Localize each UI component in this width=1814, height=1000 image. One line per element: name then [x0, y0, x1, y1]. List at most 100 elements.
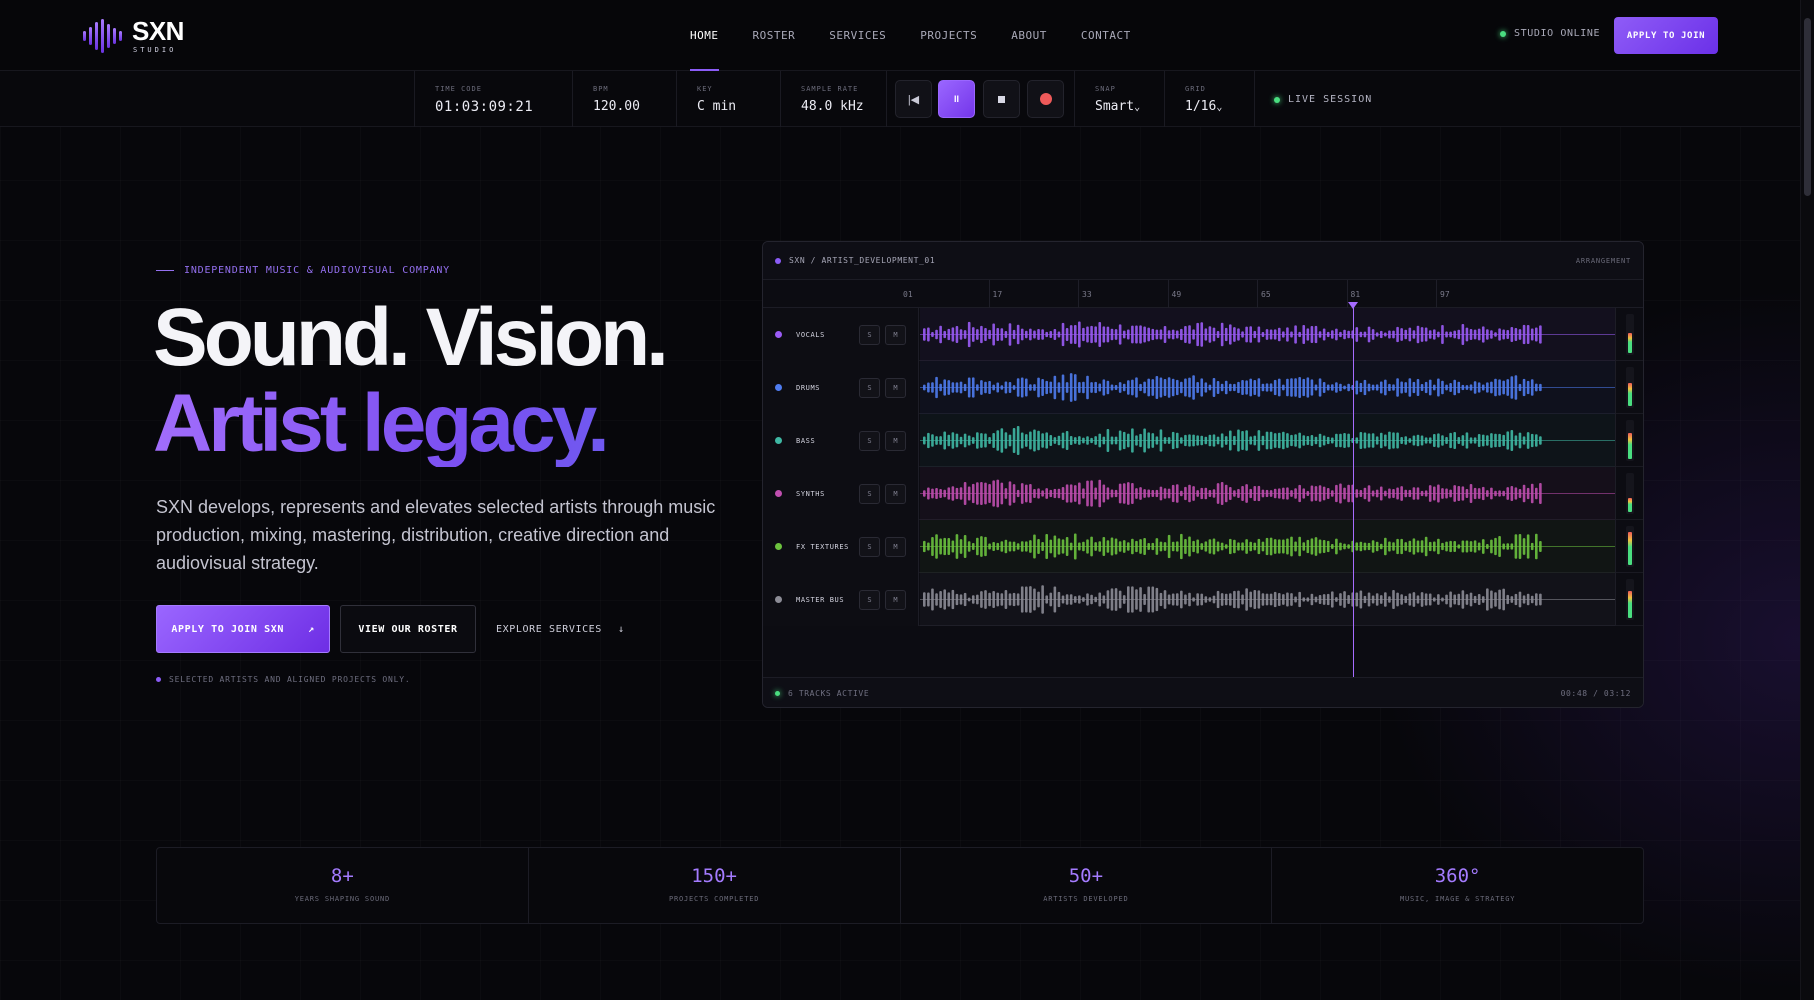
track-row[interactable]: BASS S M — [763, 414, 1643, 467]
bpm-value: 120.00 — [593, 99, 640, 114]
playhead[interactable] — [1352, 308, 1354, 679]
level-meter-lane — [1615, 361, 1643, 414]
mute-button[interactable]: M — [885, 484, 906, 504]
pause-button[interactable]: II — [938, 80, 975, 118]
track-header: FX TEXTURES S M — [763, 520, 919, 573]
track-name: FX TEXTURES — [796, 543, 849, 551]
level-meter — [1626, 314, 1634, 355]
snap-label: SNAP — [1095, 85, 1116, 93]
timeline-ruler[interactable]: 01 17 33 49 65 81 97 — [763, 280, 1643, 308]
solo-button[interactable]: S — [859, 484, 880, 504]
hero-note-text: SELECTED ARTISTS AND ALIGNED PROJECTS ON… — [169, 675, 411, 684]
apply-to-join-button[interactable]: APPLY TO JOIN — [1614, 17, 1718, 54]
pause-icon: II — [953, 94, 959, 104]
view-roster-button[interactable]: VIEW OUR ROSTER — [340, 605, 476, 653]
track-row[interactable]: SYNTHS S M — [763, 467, 1643, 520]
solo-button[interactable]: S — [859, 590, 880, 610]
stat-value: 150+ — [691, 865, 737, 887]
waveform-clip[interactable] — [920, 573, 1615, 626]
grid-select[interactable]: GRID 1/16⌄ — [1164, 71, 1254, 127]
waveform-graphic — [920, 373, 1615, 402]
waveform-graphic — [920, 426, 1615, 455]
explore-services-link[interactable]: EXPLORE SERVICES ↓ — [496, 605, 625, 653]
track-color-dot-icon — [775, 437, 782, 444]
nav-contact[interactable]: CONTACT — [1081, 0, 1131, 71]
brand-name: SXN — [132, 16, 184, 46]
bpm-cell: BPM 120.00 — [572, 71, 676, 127]
transport-controls: |◀ II — [886, 71, 1074, 127]
sample-rate-cell: SAMPLE RATE 48.0 kHz — [780, 71, 886, 127]
solo-button[interactable]: S — [859, 431, 880, 451]
mute-button[interactable]: M — [885, 378, 906, 398]
key-cell: KEY C min — [676, 71, 780, 127]
solo-button[interactable]: S — [859, 378, 880, 398]
track-name: SYNTHS — [796, 490, 825, 498]
live-dot-icon — [1274, 96, 1280, 103]
waveform-clip[interactable] — [920, 361, 1615, 414]
waveform-clip[interactable] — [920, 520, 1615, 573]
track-row[interactable]: FX TEXTURES S M — [763, 520, 1643, 573]
daw-footer: 6 TRACKS ACTIVE 00:48 / 03:12 — [763, 677, 1643, 707]
brand-sub: STUDIO — [133, 46, 177, 54]
waveform-clip[interactable] — [920, 308, 1615, 361]
snap-value: Smart — [1095, 99, 1135, 114]
nav-projects[interactable]: PROJECTS — [920, 0, 977, 71]
stat-years: 8+ YEARS SHAPING SOUND — [157, 848, 529, 923]
level-meter — [1626, 420, 1634, 461]
waveform-clip[interactable] — [920, 467, 1615, 520]
stat-artists: 50+ ARTISTS DEVELOPED — [901, 848, 1273, 923]
nav-roster[interactable]: ROSTER — [753, 0, 796, 71]
mute-button[interactable]: M — [885, 431, 906, 451]
nav-about[interactable]: ABOUT — [1011, 0, 1047, 71]
track-name: MASTER BUS — [796, 596, 845, 604]
track-row[interactable]: MASTER BUS S M — [763, 573, 1643, 626]
eyebrow-line — [156, 270, 174, 271]
mute-button[interactable]: M — [885, 537, 906, 557]
stat-label: YEARS SHAPING SOUND — [294, 895, 391, 903]
headline-line-1: Sound. Vision. — [153, 292, 669, 383]
active-dot-icon — [775, 691, 780, 696]
nav-home[interactable]: HOME — [690, 0, 719, 71]
sample-rate-value: 48.0 kHz — [801, 99, 864, 114]
solo-button[interactable]: S — [859, 325, 880, 345]
record-button[interactable] — [1027, 80, 1064, 118]
stat-label: ARTISTS DEVELOPED — [1043, 895, 1129, 903]
rewind-button[interactable]: |◀ — [895, 80, 932, 118]
waveform-graphic — [920, 479, 1615, 508]
waveform-clip[interactable] — [920, 414, 1615, 467]
nav-services[interactable]: SERVICES — [829, 0, 886, 71]
track-row[interactable]: VOCALS S M — [763, 308, 1643, 361]
hero-eyebrow: INDEPENDENT MUSIC & AUDIOVISUAL COMPANY — [156, 265, 450, 276]
scrollbar-thumb[interactable] — [1804, 18, 1811, 196]
track-row[interactable]: DRUMS S M — [763, 361, 1643, 414]
timecode-label: TIME CODE — [435, 85, 482, 93]
live-session-indicator: LIVE SESSION — [1274, 94, 1372, 105]
level-meter-fill — [1628, 532, 1632, 565]
mute-button[interactable]: M — [885, 325, 906, 345]
stat-value: 50+ — [1068, 865, 1104, 887]
apply-to-join-sxn-button[interactable]: APPLY TO JOIN SXN ↗ — [156, 605, 330, 653]
level-meter-fill — [1628, 591, 1632, 618]
logo[interactable]: SXN STUDIO — [83, 16, 184, 56]
key-label: KEY — [697, 85, 713, 93]
page-scrollbar[interactable] — [1800, 0, 1814, 1000]
daw-header: SXN / ARTIST_DEVELOPMENT_01 ARRANGEMENT — [763, 242, 1643, 280]
grid-value: 1/16 — [1185, 99, 1217, 114]
waveform-logo-icon — [83, 19, 122, 53]
record-icon — [1039, 93, 1052, 105]
apply-button-label: APPLY TO JOIN SXN — [171, 623, 284, 635]
ruler-bar-label: 17 — [992, 290, 1003, 299]
mute-button[interactable]: M — [885, 590, 906, 610]
ruler-bar-label: 01 — [903, 290, 913, 299]
stop-button[interactable] — [983, 80, 1020, 118]
snap-select[interactable]: SNAP Smart⌄ — [1074, 71, 1164, 127]
track-header: DRUMS S M — [763, 361, 919, 414]
hero-note: SELECTED ARTISTS AND ALIGNED PROJECTS ON… — [156, 675, 411, 684]
view-mode-label: ARRANGEMENT — [1575, 257, 1631, 265]
stat-360: 360° MUSIC, IMAGE & STRATEGY — [1272, 848, 1643, 923]
top-nav: SXN STUDIO HOME ROSTER SERVICES PROJECTS… — [0, 0, 1800, 71]
solo-button[interactable]: S — [859, 537, 880, 557]
tracks-active-status: 6 TRACKS ACTIVE — [775, 689, 869, 698]
stat-projects: 150+ PROJECTS COMPLETED — [529, 848, 901, 923]
timecode-value: 01:03:09:21 — [435, 99, 534, 115]
